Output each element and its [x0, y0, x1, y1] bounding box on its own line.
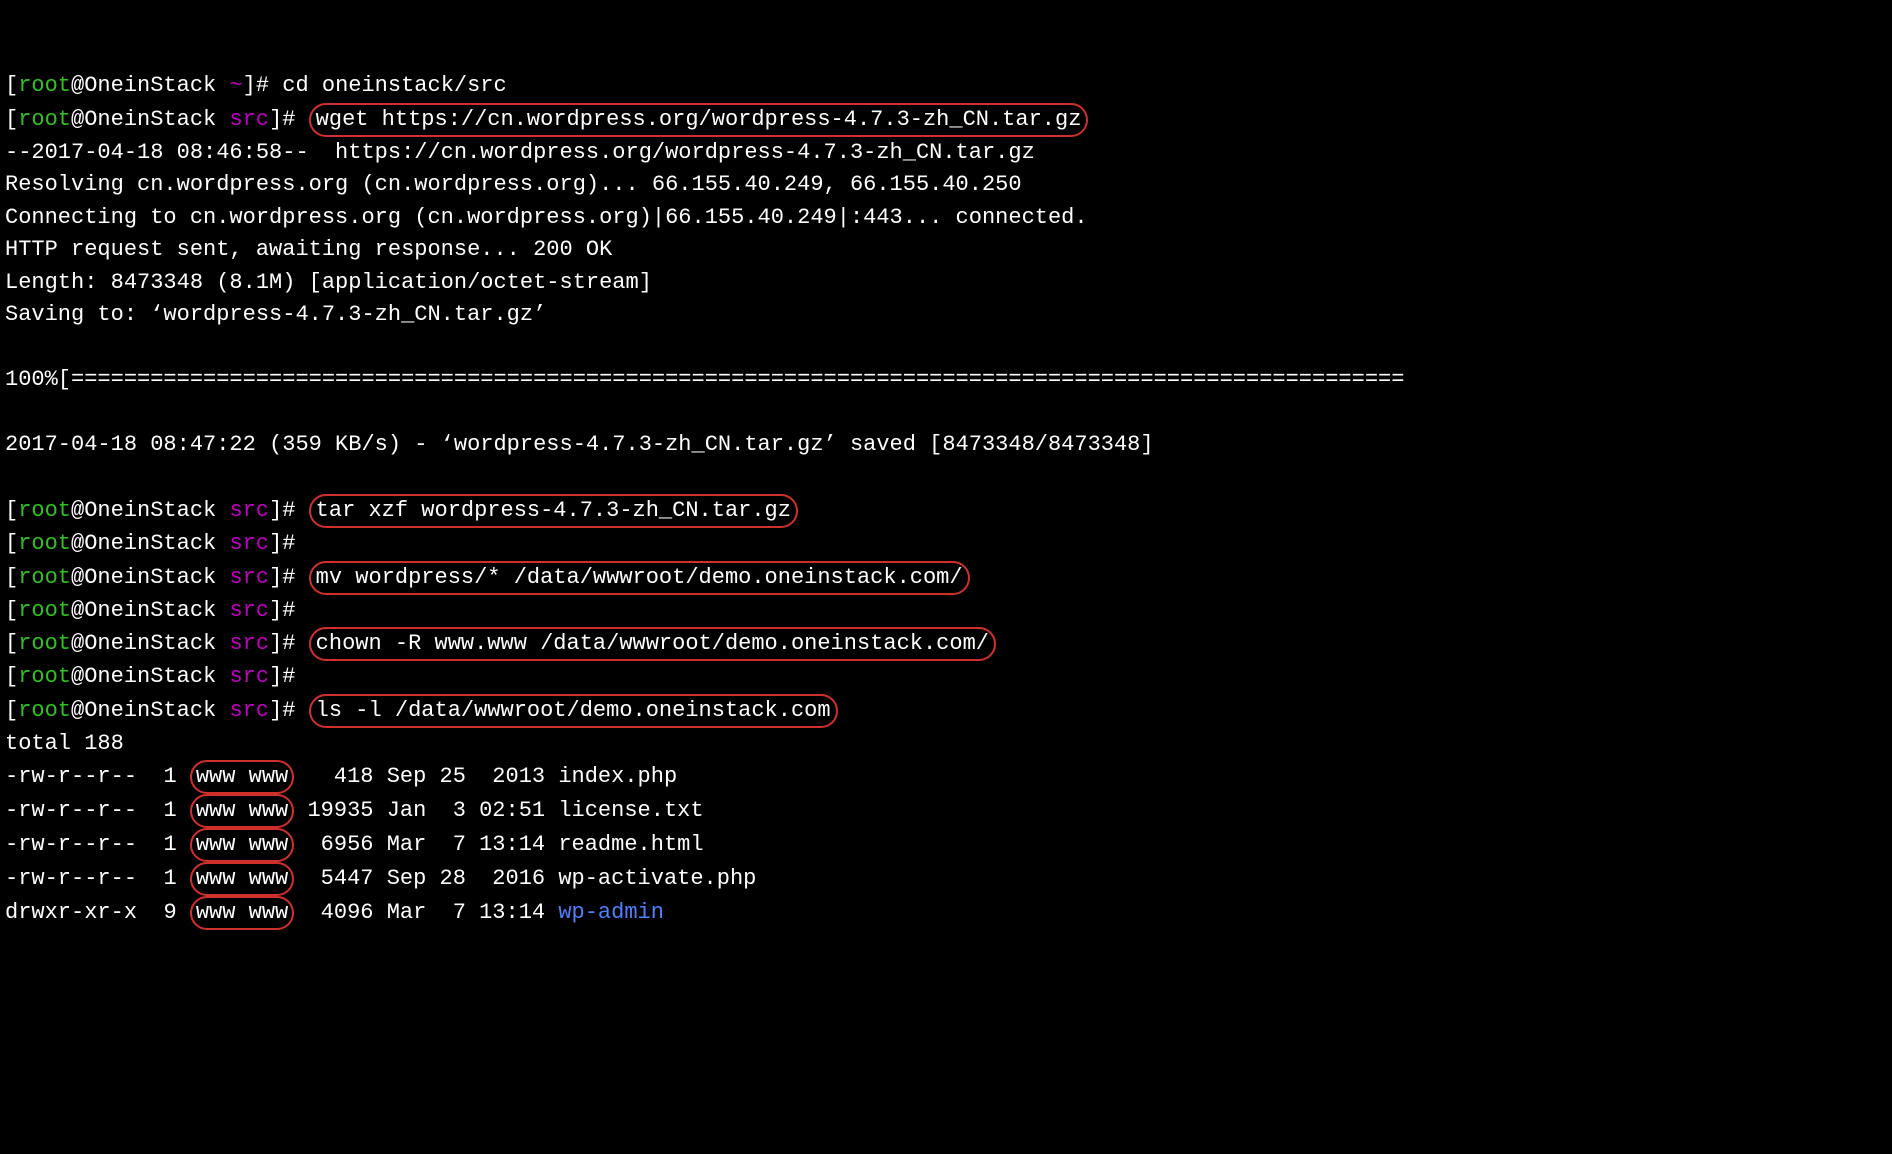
terminal-line: [root@OneinStack src]#: [5, 664, 309, 689]
owner-group: www www: [190, 862, 294, 896]
wget-progress: 100%[===================================…: [5, 367, 1404, 392]
cmd-wget[interactable]: wget https://cn.wordpress.org/wordpress-…: [309, 103, 1089, 137]
links: 9: [163, 900, 176, 925]
table-row: -rw-r--r-- 1 www www 6956 Mar 7 13:14 re…: [5, 832, 704, 857]
file-date: Mar 7 13:14: [387, 832, 545, 857]
file-name: wp-admin: [558, 900, 664, 925]
file-date: Sep 28 2016: [387, 866, 545, 891]
perm: -rw-r--r--: [5, 798, 137, 823]
file-date: Mar 7 13:14: [387, 900, 545, 925]
wget-length: Length: 8473348 (8.1M) [application/octe…: [5, 270, 652, 295]
table-row: drwxr-xr-x 9 www www 4096 Mar 7 13:14 wp…: [5, 900, 664, 925]
ls-listing: -rw-r--r-- 1 www www 418 Sep 25 2013 ind…: [5, 764, 756, 925]
prompt-user: root: [18, 73, 71, 98]
file-size: 5447: [307, 866, 373, 891]
file-name: license.txt: [558, 798, 703, 823]
table-row: -rw-r--r-- 1 www www 418 Sep 25 2013 ind…: [5, 764, 677, 789]
table-row: -rw-r--r-- 1 www www 5447 Sep 28 2016 wp…: [5, 866, 756, 891]
terminal-line: [root@OneinStack src]#: [5, 531, 309, 556]
links: 1: [163, 764, 176, 789]
terminal-line: [root@OneinStack src]# tar xzf wordpress…: [5, 498, 798, 523]
terminal-line: [root@OneinStack src]# chown -R www.www …: [5, 631, 996, 656]
file-size: 418: [307, 764, 373, 789]
perm: -rw-r--r--: [5, 866, 137, 891]
wget-http: HTTP request sent, awaiting response... …: [5, 237, 612, 262]
links: 1: [163, 866, 176, 891]
prompt-host: OneinStack: [84, 73, 216, 98]
terminal-line: [root@OneinStack src]#: [5, 598, 309, 623]
file-name: wp-activate.php: [558, 866, 756, 891]
file-size: 6956: [307, 832, 373, 857]
links: 1: [163, 798, 176, 823]
file-date: Jan 3 02:51: [387, 798, 545, 823]
ls-total: total 188: [5, 731, 124, 756]
perm: -rw-r--r--: [5, 764, 137, 789]
owner-group: www www: [190, 896, 294, 930]
terminal-line: [root@OneinStack src]# wget https://cn.w…: [5, 107, 1088, 132]
file-size: 4096: [307, 900, 373, 925]
cmd-mv[interactable]: mv wordpress/* /data/wwwroot/demo.oneins…: [309, 561, 970, 595]
table-row: -rw-r--r-- 1 www www 19935 Jan 3 02:51 l…: [5, 798, 704, 823]
wget-done: 2017-04-18 08:47:22 (359 KB/s) - ‘wordpr…: [5, 432, 1154, 457]
links: 1: [163, 832, 176, 857]
owner-group: www www: [190, 828, 294, 862]
terminal-line: [root@OneinStack src]# mv wordpress/* /d…: [5, 565, 970, 590]
wget-time: --2017-04-18 08:46:58-- https://cn.wordp…: [5, 140, 1035, 165]
wget-resolve: Resolving cn.wordpress.org (cn.wordpress…: [5, 172, 1022, 197]
cmd-tar[interactable]: tar xzf wordpress-4.7.3-zh_CN.tar.gz: [309, 494, 798, 528]
terminal-line: [root@OneinStack src]# ls -l /data/wwwro…: [5, 698, 838, 723]
wget-connect: Connecting to cn.wordpress.org (cn.wordp…: [5, 205, 1088, 230]
owner-group: www www: [190, 794, 294, 828]
cmd-ls[interactable]: ls -l /data/wwwroot/demo.oneinstack.com: [309, 694, 838, 728]
perm: drwxr-xr-x: [5, 900, 137, 925]
file-date: Sep 25 2013: [387, 764, 545, 789]
terminal-line: [root@OneinStack ~]# cd oneinstack/src: [5, 73, 507, 98]
prompt-dir: ~: [229, 73, 242, 98]
file-name: readme.html: [558, 832, 703, 857]
file-name: index.php: [558, 764, 677, 789]
file-size: 19935: [307, 798, 373, 823]
wget-saving: Saving to: ‘wordpress-4.7.3-zh_CN.tar.gz…: [5, 302, 546, 327]
owner-group: www www: [190, 760, 294, 794]
cmd-chown[interactable]: chown -R www.www /data/wwwroot/demo.onei…: [309, 627, 996, 661]
cmd-cd[interactable]: cd oneinstack/src: [282, 73, 506, 98]
perm: -rw-r--r--: [5, 832, 137, 857]
